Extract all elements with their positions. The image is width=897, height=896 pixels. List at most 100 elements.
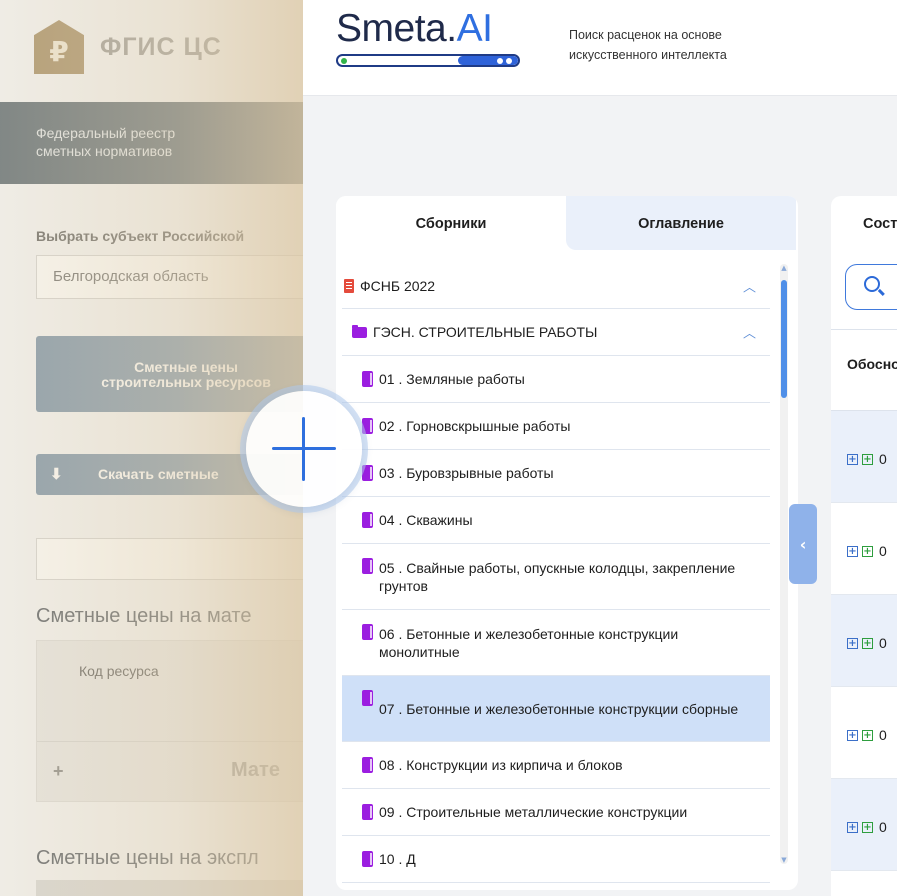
row-code: 0 [879,543,887,559]
smeta-logo[interactable]: Smeta.AI [336,6,520,67]
expand-plus-icon[interactable]: + [847,730,858,741]
tree-item[interactable]: 03 . Буровзрывные работы [342,450,770,497]
card-divider [37,741,320,742]
robot-eyes-icon [497,58,512,64]
book-icon [362,757,373,773]
expand-plus-icon[interactable]: + [847,638,858,649]
tree-root-label: ФСНБ 2022 [360,278,436,294]
chevron-left-icon: ‹ [799,534,807,554]
robot-bar-icon [336,54,520,67]
expand-plus-icon[interactable]: + [847,546,858,557]
book-icon [362,371,373,387]
search-input[interactable] [845,264,897,310]
fgis-logo-text: ФГИС ЦС [100,32,222,61]
materials-section-title: Сметные цены на мате [36,605,252,627]
tagline-line1: Поиск расценок на основе [569,28,722,42]
tree-item[interactable]: 05 . Свайные работы, опускные колодцы, з… [342,544,770,610]
search-field[interactable] [36,538,320,580]
book-icon [362,690,373,706]
ruble-glyph: ₽ [49,34,69,68]
chevron-up-icon[interactable]: ︿ [743,323,756,342]
resource-code-header: Код ресурса [79,663,159,679]
tab-contents[interactable]: Оглавление [566,196,796,250]
tree-item-label: 04 . Скважины [379,512,473,528]
green-dot-icon [341,58,347,64]
chevron-up-icon[interactable]: ︿ [743,277,756,296]
collections-panel: Сборники Оглавление ФСНБ 2022 ︿ ГЭСН. СТ… [336,196,798,890]
tagline: Поиск расценок на основе искусственного … [569,25,727,65]
prices-button-line2: строительных ресурсов [101,374,271,390]
brand-ai: AI [456,7,493,50]
tree-group-gesn[interactable]: ГЭСН. СТРОИТЕЛЬНЫЕ РАБОТЫ ︿ [342,309,770,356]
table-row[interactable]: + + 0 [831,503,897,595]
row-code: 0 [879,727,887,743]
collapse-panel-button[interactable]: ‹ [789,504,817,584]
tree-item[interactable]: 02 . Горновскрышные работы [342,403,770,450]
tree-item-selected[interactable]: 07 . Бетонные и железобетонные конструкц… [342,676,770,742]
tree-item-label: 08 . Конструкции из кирпича и блоков [379,757,623,773]
expand-plus-icon[interactable]: + [847,822,858,833]
justification-column-header: Обосно [847,356,897,372]
add-plus-icon[interactable]: + [862,730,873,741]
tree-item[interactable]: 01 . Земляные работы [342,356,770,403]
folder-icon [352,324,367,338]
row-code: 0 [879,635,887,651]
tree-item-label: 10 . Д [379,851,416,867]
tree-item[interactable]: 04 . Скважины [342,497,770,544]
brand-wordmark: Smeta.AI [336,6,520,52]
tree-item-label: 07 . Бетонные и железобетонные конструкц… [379,700,739,717]
region-select[interactable]: Белгородская область [36,255,320,299]
materials-label: Мате [231,759,280,781]
tree-item[interactable]: 10 . Д [342,836,770,883]
composition-panel: Сост Обосно + + 0 + + 0 + + 0 + + 0 + + [831,196,897,896]
add-plus-icon[interactable]: + [862,822,873,833]
table-row[interactable]: + + 0 [831,411,897,503]
tree-item-label: 02 . Горновскрышные работы [379,418,571,434]
download-button-label: Скачать сметные [98,466,219,482]
table-row[interactable]: + + 0 [831,687,897,779]
registry-banner-line1: Федеральный реестр [36,125,176,141]
machines-section-title: Сметные цены на экспл [36,847,259,869]
tree-root-fsnb[interactable]: ФСНБ 2022 ︿ [342,264,770,309]
row-code: 0 [879,451,887,467]
row-code: 0 [879,819,887,835]
table-row[interactable]: + + 0 [831,595,897,687]
book-icon [362,465,373,481]
scroll-down-arrow-icon[interactable]: ▼ [780,856,788,864]
bottom-block [36,880,320,896]
expand-plus-icon[interactable]: + [847,454,858,465]
tree-group-label: ГЭСН. СТРОИТЕЛЬНЫЕ РАБОТЫ [373,324,598,340]
registry-banner: Федеральный реестр сметных нормативов [0,102,320,184]
tree-item-label: 03 . Буровзрывные работы [379,465,554,481]
tree-item-label: 01 . Земляные работы [379,371,525,387]
header-divider [831,329,897,330]
panel-tabs: Сборники Оглавление [336,196,798,250]
add-plus-icon[interactable]: + [862,454,873,465]
add-plus-icon[interactable]: + [862,546,873,557]
add-plus-icon[interactable]: + [862,638,873,649]
scroll-up-arrow-icon[interactable]: ▲ [780,264,788,272]
tree-item[interactable]: 09 . Строительные металлические конструк… [342,789,770,836]
app-header: Smeta.AI Поиск расценок на основе искусс… [303,0,897,96]
tagline-line2: искусственного интеллекта [569,48,727,62]
book-icon [362,512,373,528]
smeta-app: Smeta.AI Поиск расценок на основе искусс… [303,0,897,896]
book-icon [362,418,373,434]
tree-scrollbar[interactable]: ▲ ▼ [780,264,788,864]
tree-item-label: 06 . Бетонные и железобетонные конструкц… [379,625,679,660]
tree-item[interactable]: 06 . Бетонные и железобетонные конструкц… [342,610,770,676]
tab-composition[interactable]: Сост [863,216,897,232]
scroll-thumb[interactable] [781,280,787,398]
fgis-logo: ₽ ФГИС ЦС [34,20,222,74]
tab-collections[interactable]: Сборники [336,196,566,250]
download-icon: ⬇ [50,466,63,483]
expand-plus-icon[interactable]: + [53,761,64,782]
tree-item-label: 05 . Свайные работы, опускные колодцы, з… [379,559,736,594]
add-plus-icon[interactable] [246,391,362,507]
region-label: Выбрать субъект Российской [36,228,245,244]
tree-item[interactable]: 08 . Конструкции из кирпича и блоков [342,742,770,789]
book-icon [362,851,373,867]
registry-banner-line2: сметных нормативов [36,143,173,159]
table-row[interactable]: + + 0 [831,779,897,871]
brand-main: Smeta. [336,7,457,50]
